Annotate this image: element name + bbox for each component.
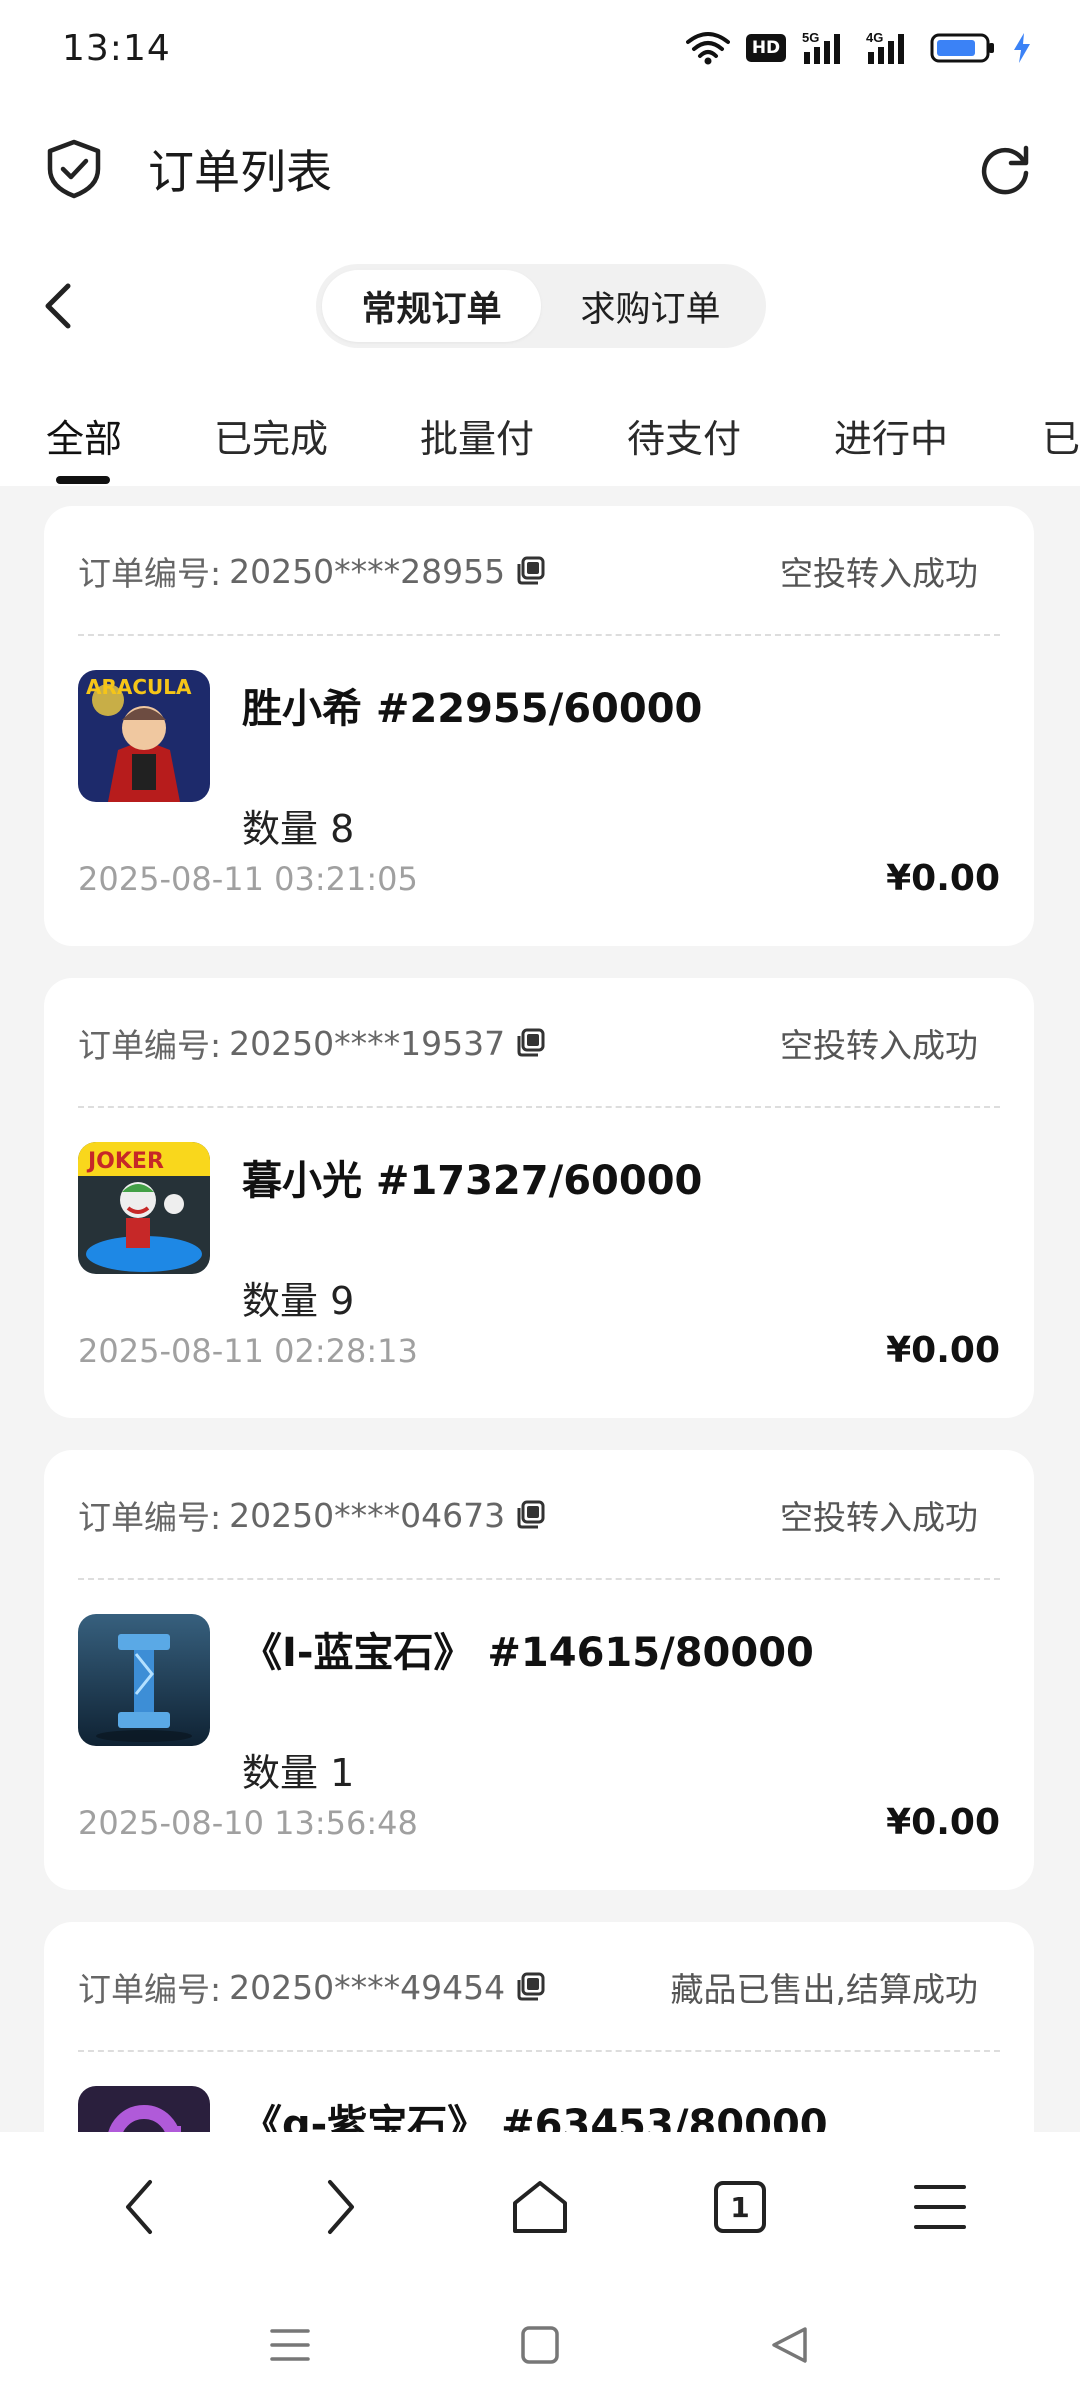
order-number-value: 20250****49454 <box>229 1967 506 2007</box>
order-type-switch: 常规订单 求购订单 <box>316 264 766 348</box>
tab-all[interactable]: 全部 <box>46 408 122 463</box>
copy-icon[interactable] <box>515 555 547 587</box>
segment-regular-orders[interactable]: 常规订单 <box>322 270 541 342</box>
back-arrow-icon[interactable] <box>85 2152 195 2262</box>
shield-check-icon <box>46 139 102 199</box>
order-time: 2025-08-10 13:56:48 <box>78 1804 418 1842</box>
order-card[interactable]: 订单编号: 20250****19537 空投转入成功 JOKER 暮小光 #1… <box>44 978 1034 1418</box>
item-name: 暮小光 #17327/60000 <box>242 1158 703 1204</box>
order-card-header: 订单编号: 20250****04673 空投转入成功 <box>78 1450 1000 1580</box>
svg-text:4G: 4G <box>866 30 883 45</box>
item-thumbnail <box>78 1614 210 1746</box>
tab-count: 1 <box>730 2190 750 2224</box>
order-number-label: 订单编号: <box>78 1026 222 1065</box>
status-time: 13:14 <box>62 27 171 69</box>
forward-arrow-icon[interactable] <box>285 2152 395 2262</box>
status-tabs: 全部 已完成 批量付 待支付 进行中 已 <box>0 368 1080 486</box>
back-icon[interactable] <box>30 278 86 334</box>
item-quantity: 数量 9 <box>242 1279 355 1323</box>
tab-batch-pay[interactable]: 批量付 <box>420 408 534 463</box>
order-time: 2025-08-11 03:21:05 <box>78 860 418 898</box>
item-thumbnail: ARACULA <box>78 670 210 802</box>
order-card[interactable]: 订单编号: 20250****04673 空投转入成功 《I-蓝宝石》 #146… <box>44 1450 1034 1890</box>
tab-indicator <box>56 476 110 484</box>
order-price: ¥0.00 <box>886 858 1000 899</box>
order-number: 订单编号: 20250****04673 <box>78 1491 547 1539</box>
order-card-header: 订单编号: 20250****19537 空投转入成功 <box>78 978 1000 1108</box>
order-card-body: JOKER 暮小光 #17327/60000 数量 9 2025-08-11 0… <box>78 1108 1000 1418</box>
order-type-row: 常规订单 求购订单 <box>0 242 1080 368</box>
order-number-value: 20250****28955 <box>229 551 506 591</box>
battery-icon <box>930 33 994 63</box>
order-status: 空投转入成功 <box>780 1498 978 1537</box>
item-name: 胜小希 #22955/60000 <box>242 686 703 732</box>
order-status: 空投转入成功 <box>780 554 978 593</box>
tab-pending-payment[interactable]: 待支付 <box>627 408 741 463</box>
order-status: 藏品已售出,结算成功 <box>670 1970 979 2009</box>
status-icons: HD 5G 4G <box>686 30 1032 66</box>
refresh-icon[interactable] <box>976 140 1034 198</box>
order-number-label: 订单编号: <box>78 554 222 593</box>
copy-icon[interactable] <box>515 1499 547 1531</box>
copy-icon[interactable] <box>515 1971 547 2003</box>
order-number: 订单编号: 20250****28955 <box>78 547 547 595</box>
status-bar: 13:14 HD 5G 4G <box>0 0 1080 96</box>
order-number-value: 20250****04673 <box>229 1495 506 1535</box>
order-number: 订单编号: 20250****19537 <box>78 1019 547 1067</box>
order-number-label: 订单编号: <box>78 1498 222 1537</box>
wifi-icon <box>686 32 730 65</box>
tabs-icon[interactable]: 1 <box>685 2152 795 2262</box>
hd-icon: HD <box>746 34 786 62</box>
order-card-body: 《I-蓝宝石》 #14615/80000 数量 1 2025-08-10 13:… <box>78 1580 1000 1890</box>
order-time: 2025-08-11 02:28:13 <box>78 1332 418 1370</box>
item-thumbnail <box>78 2086 210 2132</box>
order-price: ¥0.00 <box>886 1330 1000 1371</box>
order-card[interactable]: 订单编号: 20250****49454 藏品已售出,结算成功 《g-紫宝石》 … <box>44 1922 1034 2132</box>
svg-text:5G: 5G <box>802 30 819 45</box>
order-card-body: 《g-紫宝石》 #63453/80000 <box>78 2052 1000 2132</box>
system-navigation <box>0 2282 1080 2408</box>
order-list[interactable]: 订单编号: 20250****28955 空投转入成功 ARACULA 胜小希 … <box>0 486 1080 2132</box>
order-price: ¥0.00 <box>886 1802 1000 1843</box>
charging-icon <box>1014 33 1030 63</box>
back-triangle-icon[interactable] <box>770 2325 810 2365</box>
order-number-label: 订单编号: <box>78 1970 222 2009</box>
order-card-header: 订单编号: 20250****49454 藏品已售出,结算成功 <box>78 1922 1000 2052</box>
item-name: 《I-蓝宝石》 #14615/80000 <box>242 1630 814 1676</box>
page-title: 订单列表 <box>148 145 332 199</box>
menu-icon[interactable] <box>885 2152 995 2262</box>
order-number: 订单编号: 20250****49454 <box>78 1963 547 2011</box>
order-card[interactable]: 订单编号: 20250****28955 空投转入成功 ARACULA 胜小希 … <box>44 506 1034 946</box>
tab-more-partial[interactable]: 已 <box>1042 408 1080 463</box>
recents-icon[interactable] <box>270 2327 310 2363</box>
app-header: 订单列表 <box>0 96 1080 242</box>
order-card-header: 订单编号: 20250****28955 空投转入成功 <box>78 506 1000 636</box>
svg-text:ARACULA: ARACULA <box>86 675 192 699</box>
signal-4g-icon: 4G <box>866 30 904 64</box>
order-status: 空投转入成功 <box>780 1026 978 1065</box>
signal-5g-icon: 5G <box>802 30 840 64</box>
svg-text:JOKER: JOKER <box>86 1149 164 1174</box>
item-thumbnail: JOKER <box>78 1142 210 1274</box>
tab-in-progress[interactable]: 进行中 <box>834 408 948 463</box>
segment-purchase-orders[interactable]: 求购订单 <box>541 270 760 342</box>
home-square-icon[interactable] <box>520 2325 560 2365</box>
tab-completed[interactable]: 已完成 <box>214 408 328 463</box>
item-quantity: 数量 1 <box>242 1751 355 1795</box>
order-card-body: ARACULA 胜小希 #22955/60000 数量 8 2025-08-11… <box>78 636 1000 946</box>
order-number-value: 20250****19537 <box>229 1023 506 1063</box>
item-name: 《g-紫宝石》 #63453/80000 <box>242 2102 828 2132</box>
item-quantity: 数量 8 <box>242 807 355 851</box>
browser-toolbar: 1 <box>0 2132 1080 2282</box>
home-icon[interactable] <box>485 2152 595 2262</box>
copy-icon[interactable] <box>515 1027 547 1059</box>
